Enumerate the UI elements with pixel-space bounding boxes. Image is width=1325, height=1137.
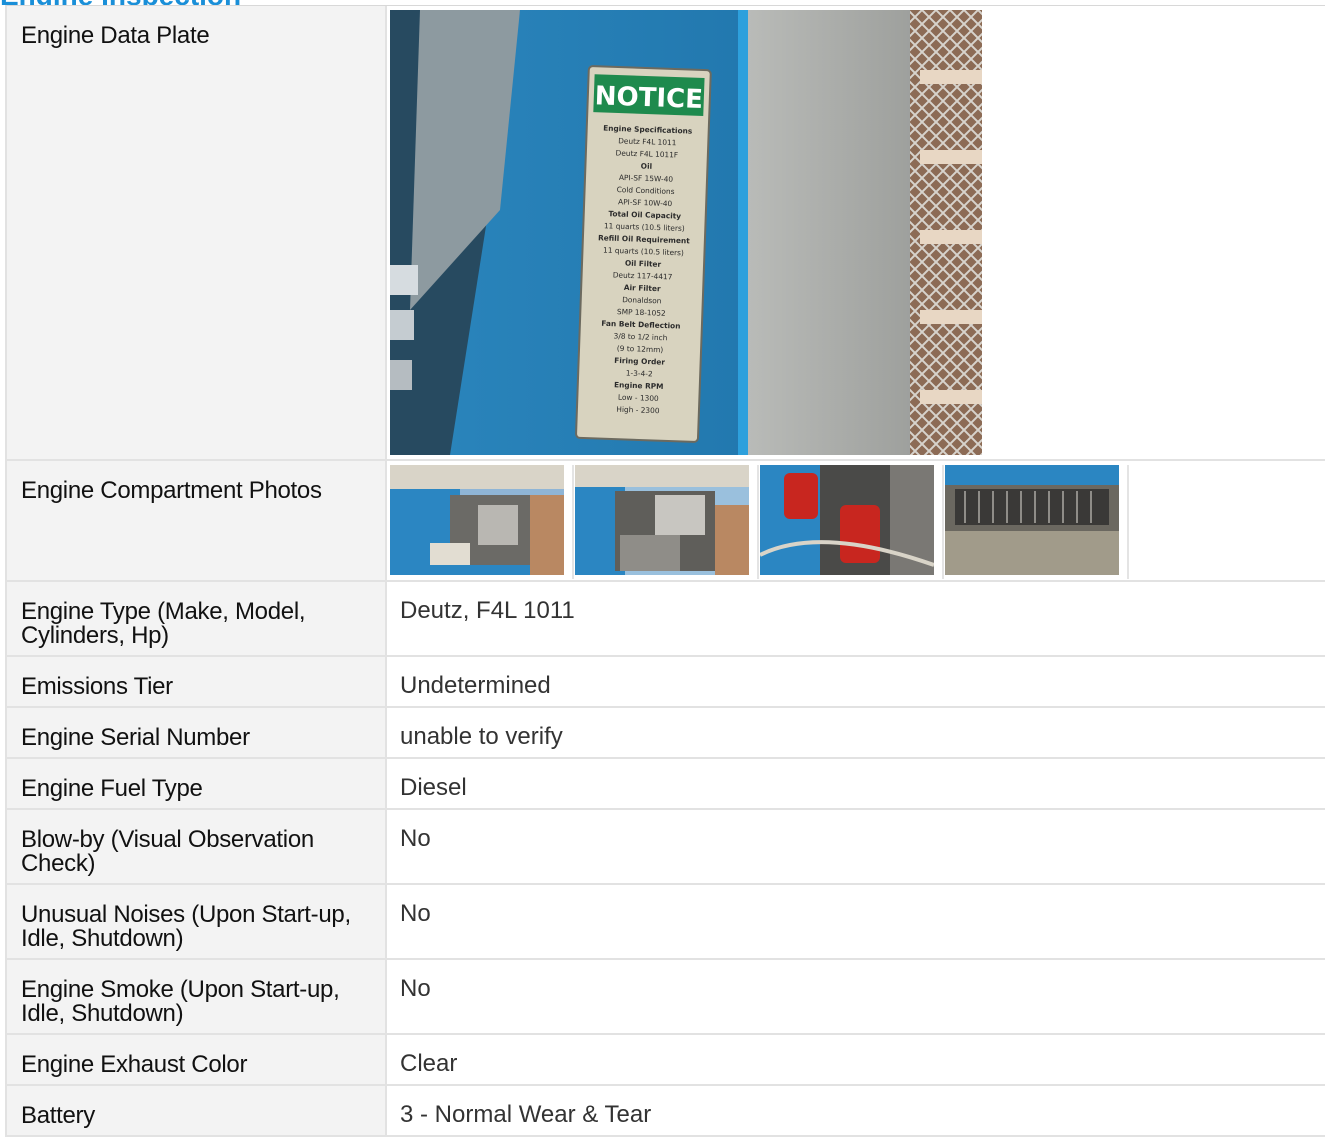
table-row: Battery 3 - Normal Wear & Tear: [7, 1086, 1325, 1137]
row-label: Unusual Noises (Upon Start-up, Idle, Shu…: [7, 885, 387, 958]
plate-line: Firing Order: [614, 356, 665, 367]
row-value: No: [400, 825, 431, 852]
row-label: Engine Data Plate: [7, 6, 387, 459]
engine-photo-thumbnail[interactable]: [760, 465, 944, 579]
row-value: Undetermined: [400, 672, 551, 699]
row-label: Engine Compartment Photos: [7, 461, 387, 580]
row-label: Engine Fuel Type: [7, 759, 387, 808]
plate-line: Engine RPM: [614, 380, 664, 391]
row-value: Clear: [400, 1050, 458, 1077]
compartment-photos: [387, 461, 1325, 580]
engine-photo-thumbnail[interactable]: [390, 465, 574, 579]
table-row: Engine Fuel Type Diesel: [7, 759, 1325, 810]
plate-line: 3/8 to 1/2 inch: [613, 331, 667, 342]
plate-line: API-SF 10W-40: [618, 197, 673, 208]
row-label: Blow-by (Visual Observation Check): [7, 810, 387, 883]
engine-photo-thumbnail[interactable]: [945, 465, 1129, 579]
table-row: Engine Data Plate NOTICE Engine Specific…: [7, 6, 1325, 461]
plate-line: Oil Filter: [625, 259, 662, 269]
plate-line: Air Filter: [624, 283, 661, 293]
inspection-table: Engine Data Plate NOTICE Engine Specific…: [5, 5, 1325, 1137]
engine-photo-thumbnail[interactable]: [575, 465, 759, 579]
row-label: Battery: [7, 1086, 387, 1135]
plate-line: Donaldson: [622, 295, 662, 305]
row-value: No: [400, 975, 431, 1002]
plate-line: SMP 18-1052: [617, 307, 666, 318]
table-row: Engine Compartment Photos: [7, 461, 1325, 582]
plate-line: Low - 1300: [618, 393, 659, 403]
notice-heading: NOTICE: [594, 81, 703, 115]
plate-line: Oil: [641, 161, 653, 170]
row-label: Engine Smoke (Upon Start-up, Idle, Shutd…: [7, 960, 387, 1033]
plate-line: (9 to 12mm): [617, 344, 664, 355]
plate-line: High - 2300: [616, 405, 660, 416]
table-row: Blow-by (Visual Observation Check) No: [7, 810, 1325, 885]
row-label: Emissions Tier: [7, 657, 387, 706]
row-label: Engine Exhaust Color: [7, 1035, 387, 1084]
row-value: Deutz, F4L 1011: [400, 597, 575, 624]
plate-line: API-SF 15W-40: [619, 173, 674, 184]
row-value: No: [400, 900, 431, 927]
table-row: Engine Exhaust Color Clear: [7, 1035, 1325, 1086]
table-row: Engine Smoke (Upon Start-up, Idle, Shutd…: [7, 960, 1325, 1035]
table-row: Emissions Tier Undetermined: [7, 657, 1325, 708]
table-row: Unusual Noises (Upon Start-up, Idle, Shu…: [7, 885, 1325, 960]
table-row: Engine Serial Number unable to verify: [7, 708, 1325, 759]
plate-line: 1-3-4-2: [626, 368, 653, 378]
row-value: 3 - Normal Wear & Tear: [400, 1101, 652, 1128]
row-label: Engine Type (Make, Model, Cylinders, Hp): [7, 582, 387, 655]
row-label: Engine Serial Number: [7, 708, 387, 757]
row-value: unable to verify: [400, 723, 563, 750]
data-plate-image[interactable]: NOTICE Engine SpecificationsDeutz F4L 10…: [390, 10, 982, 455]
table-row: Engine Type (Make, Model, Cylinders, Hp)…: [7, 582, 1325, 657]
row-value: Diesel: [400, 774, 467, 801]
engine-data-plate-photo[interactable]: NOTICE Engine Specifications Deutz F4L 10…: [387, 6, 1325, 459]
